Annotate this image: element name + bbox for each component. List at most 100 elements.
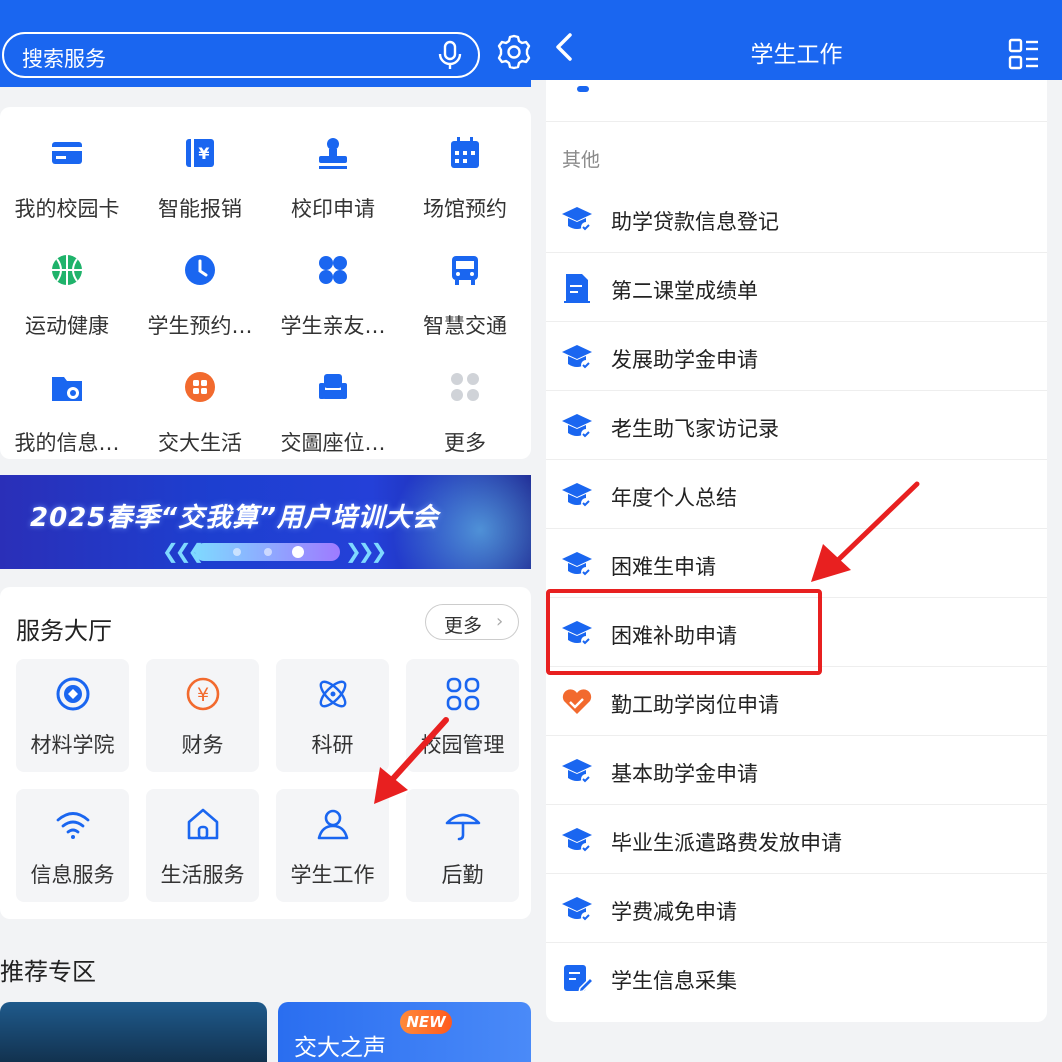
quick-item-sport[interactable]: 运动健康 — [1, 242, 133, 352]
stamp-icon — [319, 138, 347, 169]
user-icon — [317, 809, 348, 840]
list-item[interactable]: 发展助学金申请 — [546, 322, 1047, 391]
seat-icon — [319, 374, 347, 399]
svg-text:¥: ¥ — [198, 144, 209, 163]
quick-item-stamp[interactable]: 校印申请 — [267, 125, 399, 235]
list-item[interactable]: 年度个人总结 — [546, 460, 1047, 529]
right-header: 学生工作 — [531, 0, 1062, 80]
quick-item-label: 场馆预约 — [423, 197, 507, 221]
quick-item-label: 智能报销 — [158, 197, 242, 221]
graduation-cap-icon — [562, 897, 592, 922]
list-item[interactable]: 助学贷款信息登记 — [546, 184, 1047, 253]
quick-item-label: 交圖座位… — [280, 431, 386, 455]
list-item[interactable]: 老生助飞家访记录 — [546, 391, 1047, 460]
hall-tile-label: 学生工作 — [290, 863, 375, 887]
graduation-cap-icon — [562, 759, 592, 784]
page-title: 学生工作 — [750, 42, 843, 68]
hall-tile-life-service[interactable]: 生活服务 — [146, 789, 259, 902]
list-item[interactable]: 学费减免申请 — [546, 874, 1047, 943]
search-bar[interactable]: 搜索服务 — [2, 32, 480, 78]
banner-chevrons-right: ❯❯❯ — [345, 539, 387, 563]
banner-dot-active — [292, 546, 304, 558]
list-item-label: 毕业生派遣路费发放申请 — [611, 831, 842, 855]
quick-item-sjtu-life[interactable]: 交大生活 — [134, 359, 266, 469]
basketball-icon — [52, 255, 82, 285]
quick-item-more[interactable]: 更多 — [399, 359, 531, 469]
gear-icon[interactable] — [495, 33, 531, 71]
hall-tile-finance[interactable]: ¥ 财务 — [146, 659, 259, 772]
recommend-card-sjtu-voice[interactable]: 交大之声 NEW — [278, 1002, 531, 1062]
recommend-section-title: 推荐专区 — [0, 958, 96, 986]
folder-settings-icon — [52, 377, 82, 401]
quick-item-label: 智慧交通 — [423, 314, 507, 338]
quick-item-student-appointment[interactable]: 学生预约… — [134, 242, 266, 352]
quick-item-reimburse[interactable]: ¥ 智能报销 — [134, 125, 266, 235]
quick-item-my-info[interactable]: 我的信息… — [1, 359, 133, 469]
graduation-cap-icon — [562, 207, 592, 232]
graduation-cap-icon — [562, 345, 592, 370]
partial-icon — [577, 86, 589, 92]
quick-item-transport[interactable]: 智慧交通 — [399, 242, 531, 352]
list-item-label: 勤工助学岗位申请 — [611, 693, 779, 717]
calendar-icon — [451, 137, 479, 168]
clock-icon — [185, 255, 215, 285]
annotation-arrow-left — [374, 717, 449, 804]
graduation-cap-icon — [562, 414, 592, 439]
search-placeholder: 搜索服务 — [22, 47, 106, 71]
service-hall-title: 服务大厅 — [16, 617, 112, 645]
list-item-partial[interactable] — [546, 80, 1047, 122]
service-hall-more-button[interactable]: 更多 › — [425, 604, 519, 640]
grid-circle-icon — [185, 372, 215, 402]
graduation-cap-icon — [562, 552, 592, 577]
list-item[interactable]: 毕业生派遣路费发放申请 — [546, 805, 1047, 874]
clover-icon — [319, 256, 347, 284]
graduation-cap-icon — [562, 828, 592, 853]
list-item[interactable]: 勤工助学岗位申请 — [546, 667, 1047, 736]
quick-item-venue[interactable]: 场馆预约 — [399, 125, 531, 235]
list-item-label: 学生信息采集 — [611, 969, 737, 993]
document-edit-icon — [564, 274, 590, 303]
list-item[interactable]: 学生信息采集 — [546, 943, 1047, 1012]
right-screen: 学生工作 其他 助学贷款信息登记 第二课堂成绩单 发展助学金申请 老生助飞家访记… — [531, 0, 1062, 1062]
svg-text:¥: ¥ — [196, 684, 208, 706]
quick-item-label: 学生预约… — [147, 314, 253, 338]
home-icon — [187, 808, 218, 840]
recommend-card[interactable] — [0, 1002, 267, 1062]
graduation-cap-icon — [562, 483, 592, 508]
service-list-card: 其他 助学贷款信息登记 第二课堂成绩单 发展助学金申请 老生助飞家访记录 年度个… — [546, 80, 1047, 1022]
chevron-right-icon: › — [496, 611, 504, 632]
hall-tile-materials-college[interactable]: 材料学院 — [16, 659, 129, 772]
quick-item-library-seat[interactable]: 交圖座位… — [267, 359, 399, 469]
quick-services-card: 我的校园卡 ¥ 智能报销 校印申请 场馆预约 运动健康 学生预约… 学生亲友… — [0, 107, 531, 459]
left-screen: 搜索服务 我的校园卡 ¥ 智能报销 校印申请 场馆预约 运动健康 学生预约… 学… — [0, 0, 531, 1062]
list-item[interactable]: 困难生申请 — [546, 529, 1047, 598]
microphone-icon[interactable] — [436, 40, 464, 72]
list-item-label: 发展助学金申请 — [611, 348, 758, 372]
list-menu-icon[interactable] — [1008, 38, 1040, 70]
hall-tile-label: 后勤 — [441, 863, 484, 887]
list-item-label: 老生助飞家访记录 — [611, 417, 779, 441]
banner-title: 2025春季“交我算”用户培训大会 — [30, 503, 439, 533]
banner-dot — [264, 548, 272, 556]
banner-dot — [233, 548, 241, 556]
hall-tile-info-service[interactable]: 信息服务 — [16, 789, 129, 902]
more-dots-icon — [451, 373, 479, 401]
list-item[interactable]: 第二课堂成绩单 — [546, 253, 1047, 322]
list-item[interactable]: 基本助学金申请 — [546, 736, 1047, 805]
reimburse-icon: ¥ — [186, 139, 214, 167]
college-emblem-icon — [56, 677, 89, 711]
list-item-label: 助学贷款信息登记 — [611, 210, 779, 234]
form-pen-icon — [564, 965, 594, 994]
quick-item-label: 我的信息… — [14, 431, 120, 455]
quick-item-label: 我的校园卡 — [14, 197, 120, 221]
bus-icon — [452, 256, 478, 285]
promo-banner[interactable]: 2025春季“交我算”用户培训大会 ❮❮❮ ❯❯❯ — [0, 475, 531, 569]
quick-item-student-family[interactable]: 学生亲友… — [267, 242, 399, 352]
four-squares-icon — [446, 677, 479, 711]
quick-item-label: 学生亲友… — [280, 314, 386, 338]
hall-tile-label: 财务 — [181, 733, 224, 757]
hall-tile-label: 信息服务 — [30, 863, 115, 887]
quick-item-campus-card[interactable]: 我的校园卡 — [1, 125, 133, 235]
card-icon — [52, 142, 82, 164]
list-item-label: 基本助学金申请 — [611, 762, 758, 786]
